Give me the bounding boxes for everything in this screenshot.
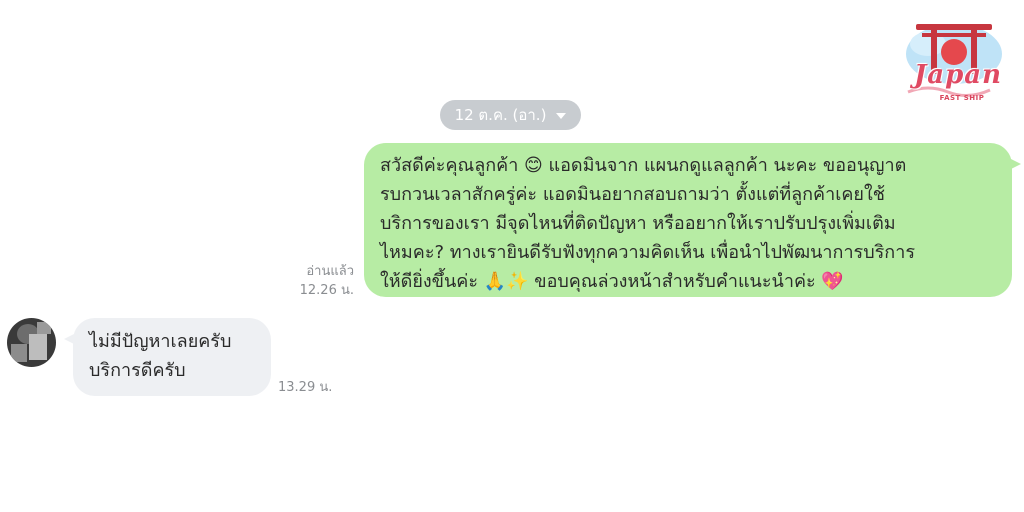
japan-fast-ship-logo: Japan FAST SHIP	[898, 14, 1008, 106]
logo-subtitle: FAST SHIP	[939, 94, 985, 102]
chat-screen: Japan FAST SHIP 12 ต.ค. (อา.) สวัสดีค่ะค…	[0, 0, 1024, 512]
message-line: ไม่มีปัญหาเลยครับ	[89, 331, 232, 352]
avatar[interactable]	[7, 318, 56, 367]
outgoing-message-meta: อ่านแล้ว 12.26 น.	[286, 262, 354, 300]
caret-down-icon	[556, 113, 567, 119]
message-line: รบกวนเวลาสักครู่ค่ะ แอดมินอยากสอบถามว่า …	[380, 184, 885, 205]
message-line: ไหมคะ? ทางเรายินดีรับฟังทุกความคิดเห็น เ…	[380, 242, 915, 263]
message-line: บริการของเรา มีจุดไหนที่ติดปัญหา หรืออยา…	[380, 213, 896, 234]
outgoing-message-bubble[interactable]: สวัสดีค่ะคุณลูกค้า 😊 แอดมินจาก แผนกดูแลล…	[364, 143, 1021, 297]
date-label: 12 ต.ค. (อา.)	[454, 106, 547, 124]
date-separator[interactable]: 12 ต.ค. (อา.)	[440, 100, 581, 130]
message-line: ให้ดียิ่งขึ้นค่ะ 🙏✨ ขอบคุณล่วงหน้าสำหรับ…	[380, 271, 844, 292]
incoming-message-bubble[interactable]: ไม่มีปัญหาเลยครับ บริการดีครับ	[64, 318, 271, 396]
message-time: 12.26 น.	[299, 283, 354, 298]
message-time: 13.29 น.	[278, 380, 333, 395]
message-line: บริการดีครับ	[89, 360, 186, 381]
logo-title: Japan	[913, 60, 1003, 90]
bubble-tail	[1007, 157, 1021, 171]
read-status: อ่านแล้ว	[306, 264, 354, 279]
bubble-tail	[64, 332, 78, 346]
message-line: สวัสดีค่ะคุณลูกค้า 😊 แอดมินจาก แผนกดูแลล…	[380, 155, 907, 176]
